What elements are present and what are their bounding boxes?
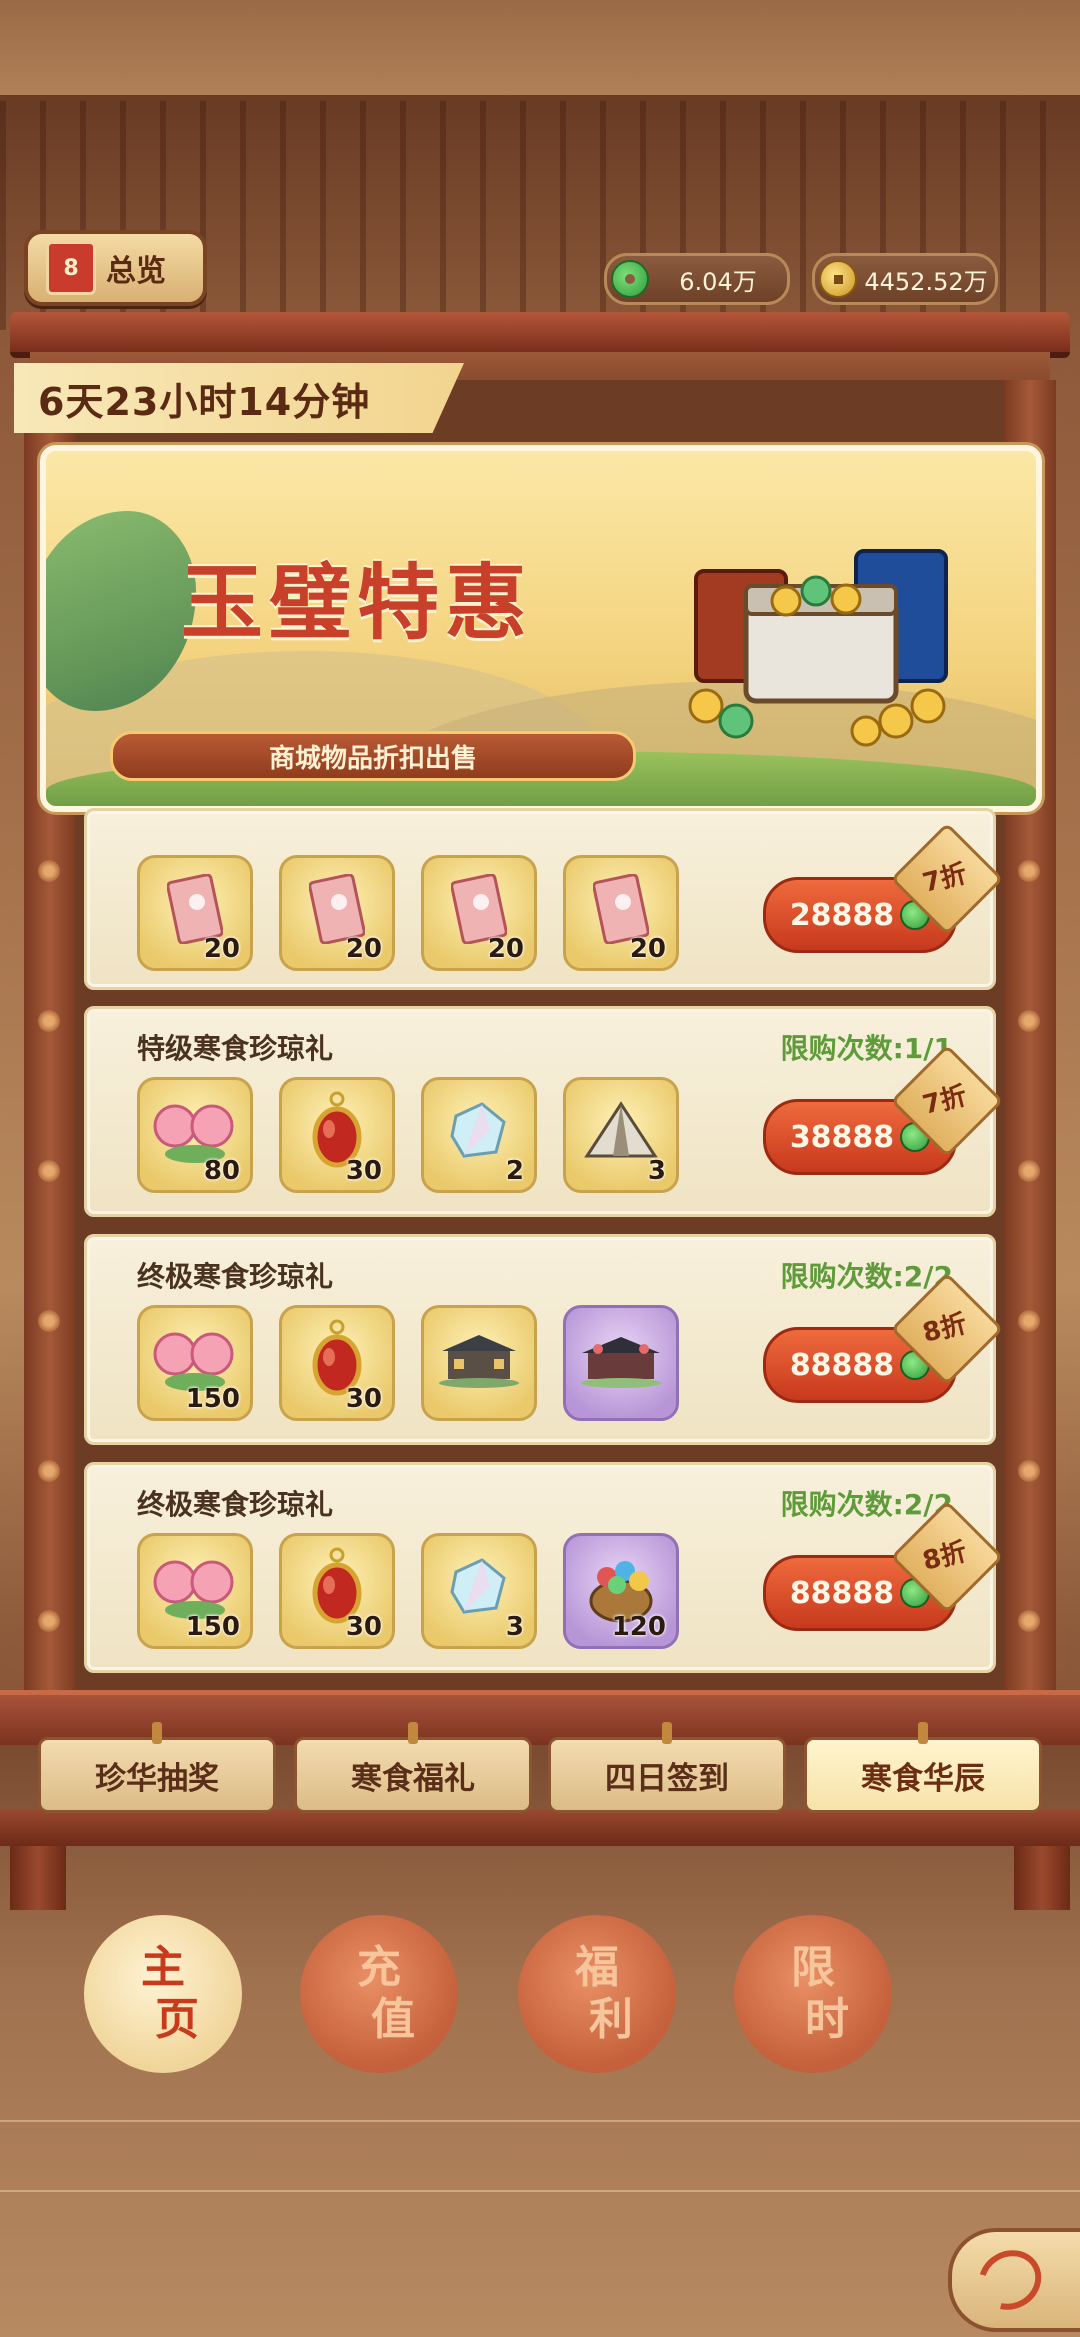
reward-item-slot[interactable]: 3 — [421, 1533, 537, 1649]
tab-bar-base — [0, 1810, 1080, 1846]
tab-four-day-checkin[interactable]: 四日签到 — [548, 1722, 786, 1813]
reward-item-slot[interactable]: 2 — [421, 1077, 537, 1193]
pack-card: 20 20 20 20 28888 7折 — [84, 808, 1004, 990]
tab-cold-food-festival[interactable]: 寒食华辰 — [804, 1722, 1042, 1813]
pack-title: 终极寒食珍琼礼 — [137, 1488, 334, 1521]
nav-label: 充值 — [357, 1942, 415, 2045]
nav-welfare[interactable]: 福利 — [518, 1915, 676, 2073]
pack-title: 特级寒食珍琼礼 — [137, 1032, 334, 1065]
tab-bar-leg — [10, 1846, 66, 1910]
gold-currency: 4452.52万 — [812, 253, 998, 305]
reward-quantity: 3 — [647, 1156, 666, 1186]
pack-title: 终极寒食珍琼礼 — [137, 1260, 334, 1293]
reward-item-slot[interactable]: 80 — [137, 1077, 253, 1193]
reward-item-slot[interactable] — [563, 1305, 679, 1421]
reward-item-slot[interactable]: 20 — [137, 855, 253, 971]
tab-lucky-draw[interactable]: 珍华抽奖 — [38, 1722, 276, 1813]
countdown-timer: 6天23小时14分钟 — [38, 379, 371, 424]
price-label: 38888 — [789, 1119, 895, 1155]
tab-label: 四日签到 — [605, 1760, 729, 1797]
tab-label: 珍华抽奖 — [95, 1760, 219, 1797]
jade-currency: 6.04万 — [604, 253, 790, 305]
crystal-icon — [444, 1096, 514, 1170]
reward-quantity: 30 — [345, 1156, 382, 1186]
overview-button[interactable]: 8 总览 — [24, 230, 207, 306]
banner-title: 玉璧特惠 — [181, 555, 534, 651]
gold-coin-icon — [819, 260, 857, 298]
price-label: 88888 — [789, 1347, 895, 1383]
reward-item-slot[interactable] — [421, 1305, 537, 1421]
reward-item-slot[interactable]: 30 — [279, 1077, 395, 1193]
reward-item-slot[interactable]: 20 — [279, 855, 395, 971]
nav-home[interactable]: 主页 — [84, 1915, 242, 2073]
reward-quantity: 3 — [505, 1612, 524, 1642]
countdown-ribbon: 6天23小时14分钟 — [14, 363, 464, 433]
nav-label: 福利 — [575, 1942, 633, 2045]
nav-recharge[interactable]: 充值 — [300, 1915, 458, 2073]
banner-subtitle-pill: 商城物品折扣出售 — [110, 731, 636, 781]
purchase-limit: 限购次数:2/2 — [780, 1488, 953, 1521]
reward-quantity: 2 — [505, 1156, 524, 1186]
tab-label: 寒食福礼 — [351, 1760, 475, 1797]
reward-quantity: 150 — [185, 1384, 240, 1414]
back-button[interactable] — [948, 2228, 1080, 2332]
banner-subtitle: 商城物品折扣出售 — [268, 743, 477, 774]
overview-label: 总览 — [106, 254, 166, 289]
crystal-icon — [444, 1552, 514, 1626]
reward-quantity: 20 — [345, 934, 382, 964]
price-label: 28888 — [789, 897, 895, 933]
reward-item-slot[interactable]: 20 — [563, 855, 679, 971]
promo-banner: 玉璧特惠 商城物品折扣出售 — [40, 445, 1042, 812]
pack-card: 终极寒食珍琼礼 限购次数:2/2 150 30 3 120 88888 8折 — [84, 1462, 1004, 1673]
purchase-limit: 限购次数:2/2 — [780, 1260, 953, 1293]
reward-quantity: 30 — [345, 1612, 382, 1642]
reward-quantity: 150 — [185, 1612, 240, 1642]
reward-quantity: 120 — [611, 1612, 666, 1642]
reward-item-slot[interactable]: 20 — [421, 855, 537, 971]
back-arrow-icon — [967, 2238, 1053, 2322]
reward-item-slot[interactable]: 30 — [279, 1305, 395, 1421]
reward-item-slot[interactable]: 3 — [563, 1077, 679, 1193]
reward-item-slot[interactable]: 120 — [563, 1533, 679, 1649]
mansion-icon — [434, 1329, 524, 1393]
tab-bar-leg — [1014, 1846, 1070, 1910]
pack-card: 特级寒食珍琼礼 限购次数:1/1 80 30 2 3 38888 7折 — [84, 1006, 1004, 1217]
reward-quantity: 30 — [345, 1384, 382, 1414]
jade-amount: 6.04万 — [679, 267, 757, 296]
treasure-chest-icon — [688, 549, 948, 747]
reward-item-slot[interactable]: 30 — [279, 1533, 395, 1649]
gold-amount: 4452.52万 — [864, 267, 988, 296]
jade-coin-icon — [611, 260, 649, 298]
purchase-limit: 限购次数:1/1 — [780, 1032, 953, 1065]
palace-icon — [576, 1329, 666, 1393]
tab-cold-food-gift[interactable]: 寒食福礼 — [294, 1722, 532, 1813]
reward-item-slot[interactable]: 150 — [137, 1533, 253, 1649]
calendar-icon: 8 — [46, 241, 96, 295]
floor-line — [0, 2120, 1080, 2122]
background-top-band — [0, 0, 1080, 101]
tab-label: 寒食华辰 — [861, 1760, 985, 1797]
reward-quantity: 20 — [203, 934, 240, 964]
price-label: 88888 — [789, 1575, 895, 1611]
reward-quantity: 20 — [487, 934, 524, 964]
reward-quantity: 20 — [629, 934, 666, 964]
nav-label: 限时 — [791, 1942, 849, 2045]
floor-line — [0, 2190, 1080, 2192]
nav-limited[interactable]: 限时 — [734, 1915, 892, 2073]
reward-item-slot[interactable]: 150 — [137, 1305, 253, 1421]
nav-label: 主页 — [141, 1942, 199, 2045]
pack-card: 终极寒食珍琼礼 限购次数:2/2 150 30 88888 8折 — [84, 1234, 1004, 1445]
reward-quantity: 80 — [203, 1156, 240, 1186]
